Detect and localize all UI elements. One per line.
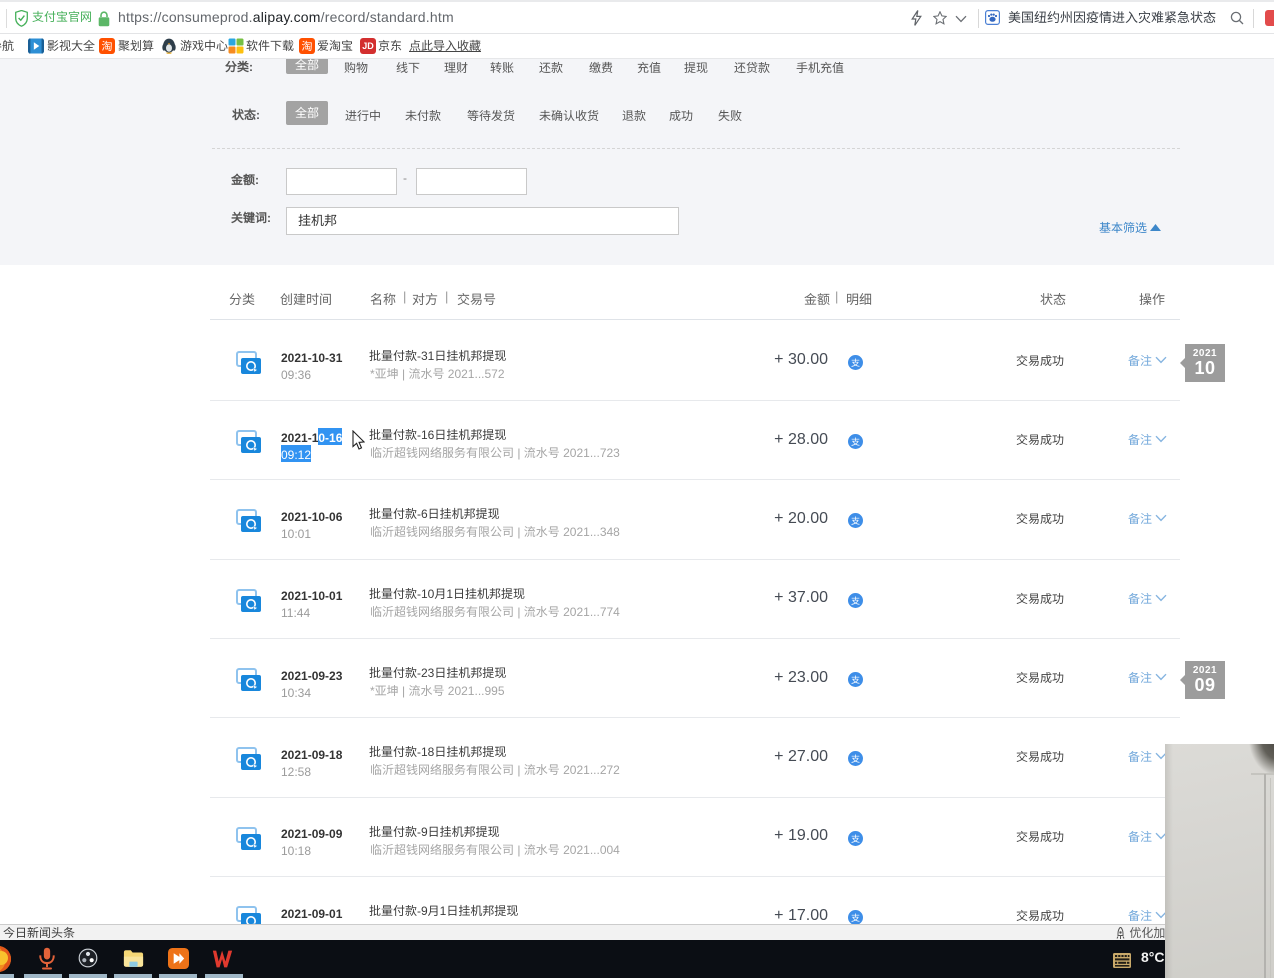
svg-text:支: 支 — [851, 752, 860, 765]
svg-text:支: 支 — [851, 832, 860, 845]
svg-text:支: 支 — [851, 911, 860, 924]
svg-text:支: 支 — [851, 514, 860, 527]
svg-text:支: 支 — [851, 356, 860, 369]
svg-text:支: 支 — [851, 435, 860, 448]
svg-text:支: 支 — [851, 673, 860, 686]
svg-text:支: 支 — [851, 594, 860, 607]
